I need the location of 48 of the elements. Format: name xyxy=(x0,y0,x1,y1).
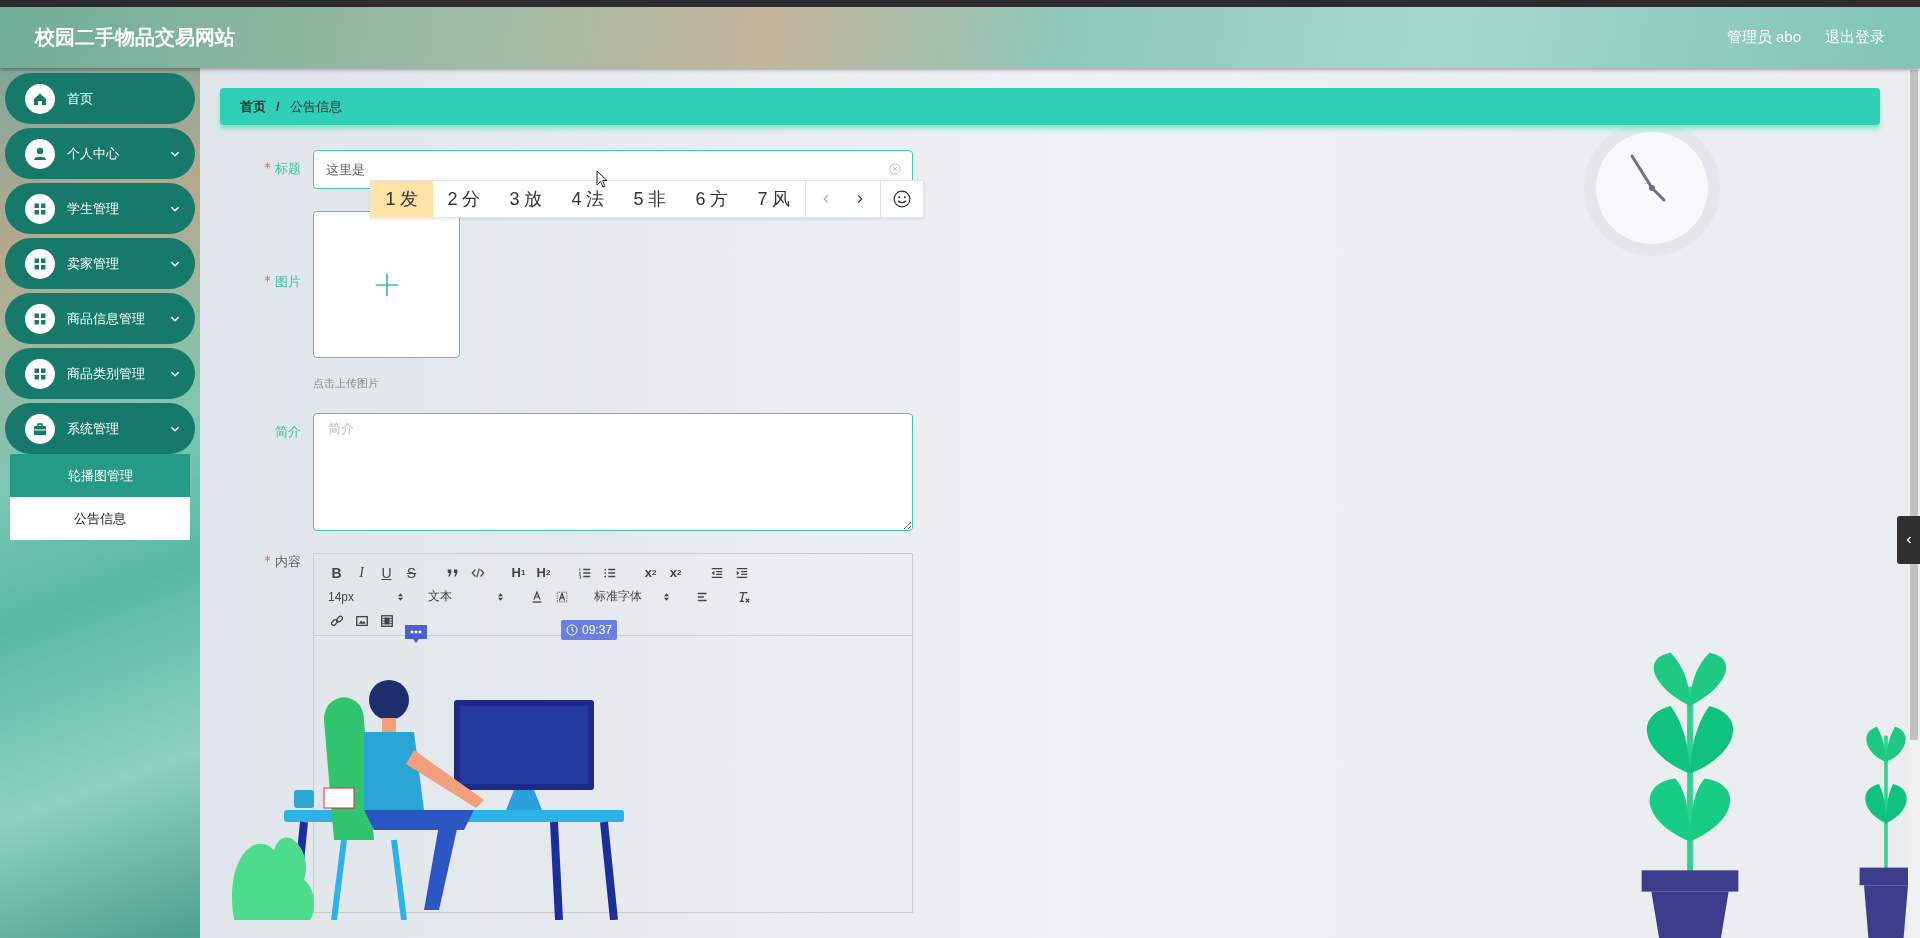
menu-item[interactable]: 系统管理 xyxy=(5,403,195,454)
breadcrumb-separator: / xyxy=(276,99,280,114)
submenu-item[interactable]: 公告信息 xyxy=(10,497,190,540)
plus-icon xyxy=(373,271,400,298)
field-label: 简介 xyxy=(275,423,301,441)
menu-item[interactable]: 商品信息管理 xyxy=(5,293,195,344)
toolbar-button[interactable]: B xyxy=(324,562,349,583)
clock-icon xyxy=(566,624,578,636)
film-icon[interactable] xyxy=(379,613,394,628)
field-label: 图片 xyxy=(275,273,301,291)
breadcrumb-link[interactable]: 公告信息 xyxy=(289,97,342,116)
toolbar-button[interactable]: I xyxy=(349,562,374,583)
menu-item[interactable]: 学生管理 xyxy=(5,183,195,234)
smiley-icon xyxy=(893,190,911,208)
user-label: 管理员 abo xyxy=(1726,28,1801,47)
upload-hint: 点击上传图片 xyxy=(313,376,380,391)
up-down-caret-icon xyxy=(663,591,670,602)
ime-candidate[interactable]: 1 发 xyxy=(371,181,433,217)
summary-textarea[interactable]: 简介 xyxy=(313,413,913,531)
field-label: 内容 xyxy=(275,553,301,571)
collapse-handle[interactable] xyxy=(1897,516,1920,564)
toolbar-dropdown[interactable]: 标准字体 xyxy=(590,588,674,605)
numbered-list-icon[interactable] xyxy=(577,565,592,580)
up-down-caret-icon xyxy=(397,591,404,602)
toolbar-dropdown[interactable]: 14px xyxy=(324,589,408,604)
toolbar-dropdown[interactable]: 文本 xyxy=(424,588,508,605)
toolbar-button[interactable]: U xyxy=(374,562,399,583)
time-badge: 09:37 xyxy=(561,620,618,640)
toolbar-button[interactable]: x$^{2}$ xyxy=(663,562,688,583)
menu-item[interactable]: 卖家管理 xyxy=(5,238,195,289)
scrollbar[interactable] xyxy=(1908,68,1920,938)
menu-item[interactable]: 商品类别管理 xyxy=(5,348,195,399)
field-label: 标题 xyxy=(275,160,301,178)
menu-item[interactable]: 首页 xyxy=(5,73,195,124)
highlight-icon[interactable] xyxy=(554,589,569,604)
scrollbar-thumb[interactable] xyxy=(1910,70,1918,740)
toolbar-button[interactable]: S xyxy=(399,562,424,583)
link-icon[interactable] xyxy=(329,613,344,628)
image-icon[interactable] xyxy=(354,613,369,628)
indent-icon[interactable] xyxy=(734,565,749,580)
outdent-icon[interactable] xyxy=(709,565,724,580)
site-title: 校园二手物品交易网站 xyxy=(35,25,235,50)
up-down-caret-icon xyxy=(497,591,504,602)
briefcase-icon xyxy=(32,420,48,437)
chat-bubble-icon xyxy=(404,624,428,644)
breadcrumb-link[interactable]: 首页 xyxy=(240,97,266,116)
user-icon xyxy=(32,145,48,162)
menu-item[interactable]: 个人中心 xyxy=(5,128,195,179)
